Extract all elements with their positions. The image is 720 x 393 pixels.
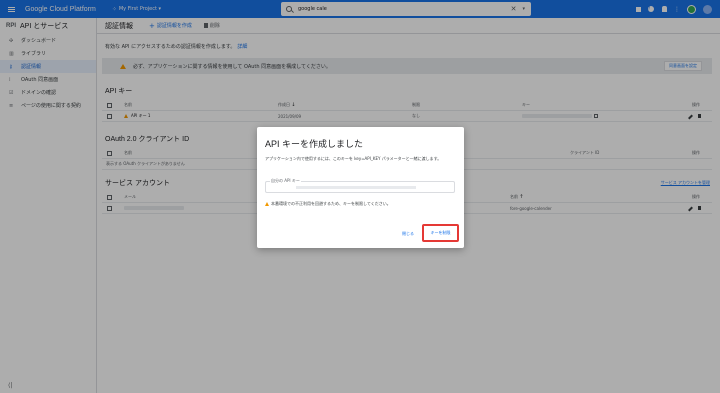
api-key-field-label: 自分の API キー	[270, 178, 301, 184]
dialog-title: API キーを作成しました	[265, 139, 364, 149]
warning-icon	[265, 202, 269, 206]
restrict-key-button[interactable]: キーを制限	[422, 224, 459, 242]
dialog-warning-text: 本番環境での不正利用を回避するため、キーを制限してください。	[271, 201, 391, 206]
api-key-value-redacted	[296, 186, 416, 189]
restrict-key-label: キーを制限	[430, 230, 451, 235]
api-key-field[interactable]: 自分の API キー	[265, 178, 455, 193]
close-button[interactable]: 閉じる	[402, 231, 414, 237]
api-key-created-dialog: API キーを作成しました アプリケーション内で使用するには、このキーを key…	[257, 127, 464, 248]
dialog-description: アプリケーション内で使用するには、このキーを key=API_KEY パラメータ…	[265, 156, 442, 161]
dialog-warning: 本番環境での不正利用を回避するため、キーを制限してください。	[265, 201, 391, 207]
